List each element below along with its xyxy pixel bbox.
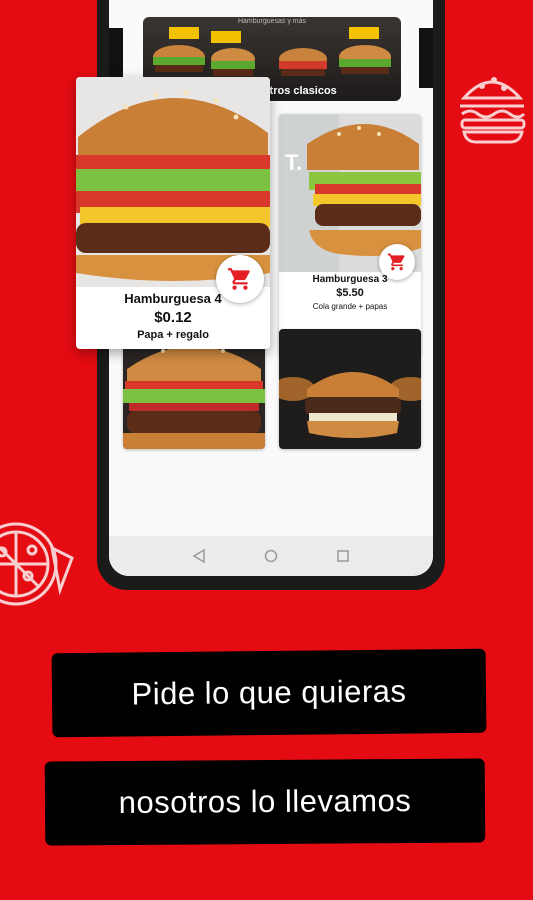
burger-outline-icon xyxy=(460,77,526,144)
product-name: Hamburguesa 3 xyxy=(312,274,388,285)
product-card-4[interactable] xyxy=(279,329,421,449)
carousel-next-edge[interactable] xyxy=(419,28,433,88)
shopping-cart-icon xyxy=(387,253,405,271)
product-card-hamburguesa-3[interactable]: T. Hamburguesa 3 $5.50 Cola grande + pap… xyxy=(279,114,421,358)
product-description: Papa + regalo xyxy=(137,329,209,341)
product-card-hamburguesa-4[interactable]: Hamburguesa 4 $0.12 Papa + regalo xyxy=(76,77,270,349)
shopping-cart-icon xyxy=(228,268,250,290)
back-icon[interactable] xyxy=(192,549,206,563)
product-description: Cola grande + papas xyxy=(312,302,388,311)
banner-top-text: Hamburguesas y más xyxy=(237,18,307,25)
system-nav-bar xyxy=(109,536,433,576)
product-price: $5.50 xyxy=(336,287,364,299)
product-image-4 xyxy=(279,329,421,449)
recents-icon[interactable] xyxy=(336,549,350,563)
home-icon[interactable] xyxy=(264,549,278,563)
svg-text:T.: T. xyxy=(285,150,302,175)
promo-line-1: Pide lo que quieras xyxy=(51,648,487,738)
product-price: $0.12 xyxy=(154,309,192,326)
product-name: Hamburguesa 4 xyxy=(124,291,222,306)
pizza-outline-icon xyxy=(0,522,74,606)
promo-line-2: nosotros lo llevamos xyxy=(44,758,486,846)
